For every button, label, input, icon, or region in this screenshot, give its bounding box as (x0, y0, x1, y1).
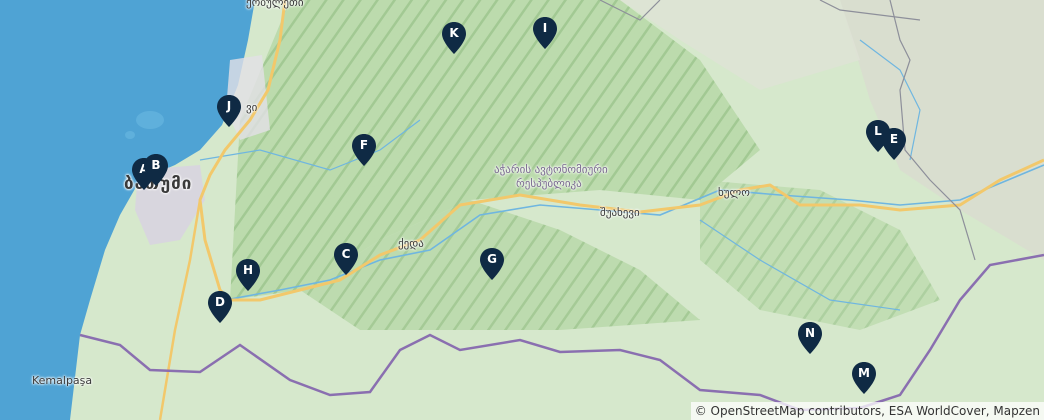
place-label-keda: ქედა (398, 237, 424, 250)
map-marker-label: J (226, 99, 232, 113)
map-marker-label: M (858, 366, 870, 380)
map-marker-label: G (487, 252, 497, 266)
place-label-adjara-line2: რესპუბლიკა (516, 177, 582, 190)
map-marker-g[interactable]: G (480, 248, 504, 280)
map-attribution[interactable]: © OpenStreetMap contributors, ESA WorldC… (690, 402, 1044, 420)
lake (125, 131, 135, 139)
map-marker-l[interactable]: L (866, 120, 890, 152)
map-marker-f[interactable]: F (352, 134, 376, 166)
place-label-shuakhevi: შუახევი (600, 206, 640, 219)
map-marker-label: K (449, 26, 459, 40)
map-marker-label: N (804, 326, 816, 340)
place-label-kemalpasa: Kemalpaşa (32, 374, 93, 387)
lake (136, 111, 164, 129)
map[interactable]: ქობულეთი ბათუმი ქედა შუახევი ხულო აჭარის… (0, 0, 1044, 420)
map-marker-d[interactable]: D (208, 291, 232, 323)
map-marker-i[interactable]: I (533, 17, 557, 49)
map-marker-k[interactable]: K (442, 22, 466, 54)
map-base (0, 0, 1044, 420)
map-marker-label: I (542, 21, 548, 35)
map-marker-label: C (341, 247, 351, 261)
place-label-khulo: ხულო (718, 186, 750, 199)
place-label-kobuleti: ქობულეთი (246, 0, 304, 9)
place-label-partial: ვი (246, 101, 258, 114)
map-marker-h[interactable]: H (236, 259, 260, 291)
map-marker-c[interactable]: C (334, 243, 358, 275)
map-marker-j[interactable]: J (217, 95, 241, 127)
map-marker-label: B (151, 158, 161, 172)
map-marker-label: L (874, 124, 882, 138)
map-marker-m[interactable]: M (852, 362, 876, 394)
map-marker-label: F (359, 138, 369, 152)
place-label-adjara-line1: აჭარის ავტონომიური (494, 163, 608, 176)
map-marker-n[interactable]: N (798, 322, 822, 354)
map-marker-label: H (242, 263, 254, 277)
map-marker-label: D (215, 295, 225, 309)
map-marker-b[interactable]: B (144, 154, 168, 186)
